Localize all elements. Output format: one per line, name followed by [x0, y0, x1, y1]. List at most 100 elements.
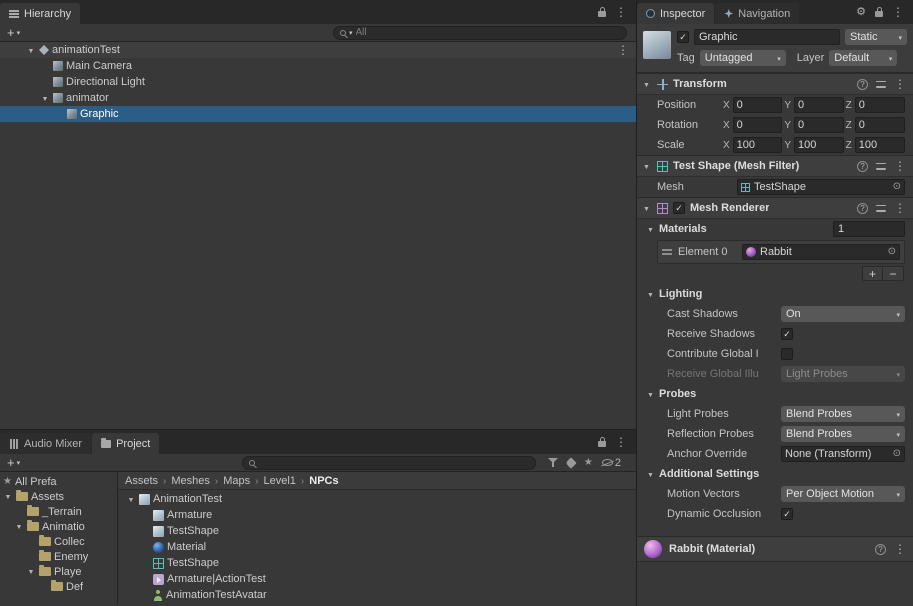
project-search-input[interactable] — [257, 457, 529, 468]
asset-item-actiontest-clip[interactable]: Armature|ActionTest — [118, 571, 636, 587]
folder-item-enemy[interactable]: Enemy — [0, 549, 117, 564]
breadcrumb-item[interactable]: Meshes — [171, 475, 210, 487]
position-x-field[interactable]: 0 — [732, 97, 783, 113]
search-by-type-icon[interactable] — [547, 458, 558, 467]
materials-count-field[interactable]: 1 — [833, 221, 905, 237]
tab-navigation[interactable]: Navigation — [715, 3, 800, 24]
add-asset-button[interactable] — [5, 457, 22, 469]
help-icon[interactable] — [857, 160, 868, 172]
tab-inspector[interactable]: Inspector — [637, 3, 715, 24]
foldout-open-icon[interactable] — [645, 469, 656, 480]
asset-item-armature[interactable]: Armature — [118, 507, 636, 523]
project-search[interactable] — [241, 455, 536, 470]
anchor-override-field[interactable]: None (Transform) — [781, 446, 905, 462]
remove-material-button[interactable]: − — [883, 267, 903, 280]
breadcrumb-item[interactable]: Maps — [223, 475, 250, 487]
menu-dots-icon[interactable] — [894, 160, 906, 172]
menu-dots-icon[interactable] — [892, 6, 904, 18]
object-picker-icon[interactable] — [893, 449, 901, 459]
foldout-open-icon[interactable] — [126, 494, 136, 505]
hierarchy-item-directional-light[interactable]: Directional Light — [0, 74, 636, 90]
save-search-icon[interactable] — [584, 458, 593, 468]
presets-icon[interactable] — [876, 162, 886, 171]
mesh-filter-component-header[interactable]: Test Shape (Mesh Filter) — [637, 155, 913, 177]
favorites-all-prefabs[interactable]: All Prefa — [0, 474, 117, 489]
rotation-z-field[interactable]: 0 — [854, 117, 905, 133]
lighting-foldout[interactable]: Lighting — [637, 284, 913, 304]
light-probes-dropdown[interactable]: Blend Probes — [781, 406, 905, 422]
active-checkbox[interactable] — [677, 31, 689, 43]
name-input[interactable] — [694, 29, 840, 45]
gear-icon[interactable] — [856, 7, 866, 18]
menu-dots-icon[interactable] — [615, 436, 627, 448]
static-dropdown[interactable]: Static — [845, 29, 907, 45]
foldout-open-icon[interactable] — [645, 389, 656, 400]
foldout-open-icon[interactable] — [641, 203, 652, 214]
help-icon[interactable] — [857, 78, 868, 90]
help-icon[interactable] — [857, 202, 868, 214]
tab-project[interactable]: Project — [92, 433, 160, 454]
lock-icon[interactable] — [598, 436, 606, 447]
add-object-button[interactable] — [5, 27, 22, 39]
scale-y-field[interactable]: 100 — [794, 137, 844, 153]
mesh-renderer-component-header[interactable]: Mesh Renderer — [637, 197, 913, 219]
menu-dots-icon[interactable] — [894, 78, 906, 90]
dynamic-occlusion-checkbox[interactable] — [781, 508, 793, 520]
material-header[interactable]: Rabbit (Material) — [637, 536, 913, 562]
component-enabled-checkbox[interactable] — [673, 202, 685, 214]
drag-handle-icon[interactable] — [662, 249, 672, 255]
hierarchy-item-graphic[interactable]: Graphic — [0, 106, 636, 122]
object-picker-icon[interactable] — [893, 182, 901, 192]
receive-shadows-checkbox[interactable] — [781, 328, 793, 340]
layer-dropdown[interactable]: Default — [829, 50, 898, 66]
menu-dots-icon[interactable] — [894, 202, 906, 214]
asset-item-avatar[interactable]: AnimationTestAvatar — [118, 587, 636, 603]
tab-hierarchy[interactable]: Hierarchy — [0, 3, 81, 24]
presets-icon[interactable] — [876, 204, 886, 213]
tag-dropdown[interactable]: Untagged — [699, 50, 786, 66]
reflection-probes-dropdown[interactable]: Blend Probes — [781, 426, 905, 442]
asset-item-testshape-model[interactable]: TestShape — [118, 523, 636, 539]
asset-item-testshape-mesh[interactable]: TestShape — [118, 555, 636, 571]
material-object-field[interactable]: Rabbit — [742, 244, 900, 260]
breadcrumb-item[interactable]: Assets — [125, 475, 158, 487]
probes-foldout[interactable]: Probes — [637, 384, 913, 404]
contribute-gi-checkbox[interactable] — [781, 348, 793, 360]
position-z-field[interactable]: 0 — [854, 97, 905, 113]
position-y-field[interactable]: 0 — [794, 97, 844, 113]
foldout-open-icon[interactable] — [641, 161, 652, 172]
breadcrumb-item-current[interactable]: NPCs — [309, 475, 338, 487]
hierarchy-item-animator[interactable]: animator — [0, 90, 636, 106]
folder-item-collec[interactable]: Collec — [0, 534, 117, 549]
hierarchy-item-scene[interactable]: animationTest — [0, 42, 636, 58]
foldout-open-icon[interactable] — [645, 224, 656, 235]
folder-item-assets[interactable]: Assets — [0, 489, 117, 504]
search-by-label-icon[interactable] — [565, 456, 577, 469]
tab-audio-mixer[interactable]: Audio Mixer — [0, 433, 92, 454]
folder-item-terrain[interactable]: _Terrain — [0, 504, 117, 519]
foldout-open-icon[interactable] — [3, 491, 13, 502]
asset-item-material[interactable]: Material — [118, 539, 636, 555]
materials-foldout[interactable]: Materials 1 — [637, 219, 913, 239]
add-material-button[interactable]: + — [863, 267, 883, 280]
scale-z-field[interactable]: 100 — [854, 137, 905, 153]
foldout-open-icon[interactable] — [40, 93, 50, 104]
breadcrumb-item[interactable]: Level1 — [263, 475, 295, 487]
folder-item-def[interactable]: Def — [0, 579, 117, 594]
foldout-open-icon[interactable] — [26, 45, 36, 56]
asset-item-animationtest[interactable]: AnimationTest — [118, 491, 636, 507]
hierarchy-search-input[interactable] — [355, 27, 620, 38]
presets-icon[interactable] — [876, 80, 886, 89]
menu-dots-icon[interactable] — [615, 6, 627, 18]
foldout-open-icon[interactable] — [645, 289, 656, 300]
hidden-packages-toggle[interactable]: 2 — [601, 457, 621, 469]
hierarchy-item-main-camera[interactable]: Main Camera — [0, 58, 636, 74]
folder-item-animation[interactable]: Animatio — [0, 519, 117, 534]
mesh-object-field[interactable]: TestShape — [737, 179, 905, 195]
lock-icon[interactable] — [875, 6, 883, 17]
motion-vectors-dropdown[interactable]: Per Object Motion — [781, 486, 905, 502]
rotation-y-field[interactable]: 0 — [794, 117, 844, 133]
hierarchy-search[interactable] — [333, 25, 627, 40]
foldout-open-icon[interactable] — [14, 521, 24, 532]
menu-dots-icon[interactable] — [894, 543, 906, 555]
